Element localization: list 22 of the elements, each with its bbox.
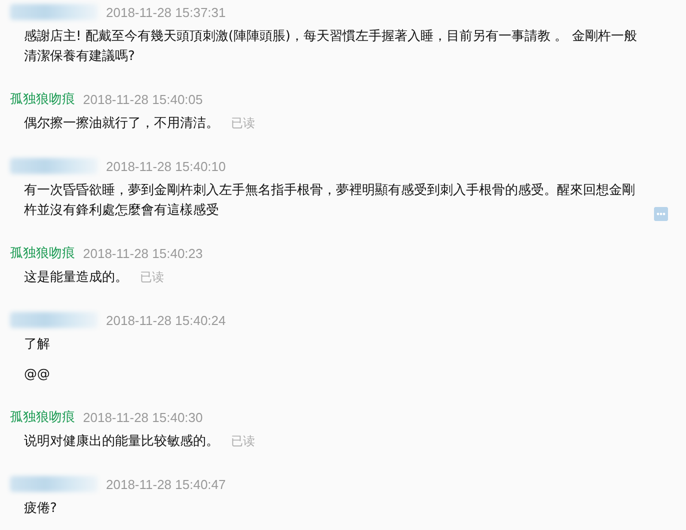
sender-name: 孤独狼吻痕 <box>10 409 75 426</box>
message-text: @@ <box>24 366 51 384</box>
message-text: 感謝店主! 配戴至今有幾天頭頂刺激(陣陣頭脹)，每天習慣左手握著入睡，目前另有一事請教 。 金剛杵一般清潔保養有建議嗎? <box>24 28 638 66</box>
read-status: 已读 <box>231 433 255 450</box>
message-text: 疲倦? <box>24 500 58 518</box>
message-time: 2018-11-28 15:40:47 <box>106 476 226 492</box>
message-time: 2018-11-28 15:40:30 <box>83 410 203 424</box>
message-time: 2018-11-28 15:40:10 <box>106 158 226 174</box>
message-text: 有一次昏昏欲睡，夢到金剛杵刺入左手無名指手根骨，夢裡明顯有感受到刺入手根骨的感受。醒來回想金剛杵並沒有鋒利處怎麼會有這樣感受 <box>24 182 636 220</box>
more-icon[interactable] <box>654 207 668 221</box>
message-text: 这是能量造成的。 <box>24 269 128 287</box>
message-time: 2018-11-28 15:37:31 <box>106 4 226 20</box>
message-text: 了解 <box>24 336 51 354</box>
sender-name: 孤独狼吻痕 <box>10 91 75 108</box>
message-time: 2018-11-28 15:40:24 <box>106 312 226 328</box>
message-text: 说明对健康出的能量比较敏感的。 <box>24 433 219 451</box>
message-text: 偶尔擦一擦油就行了，不用清洁。 <box>24 115 219 133</box>
message-time: 2018-11-28 15:40:23 <box>83 246 203 260</box>
sender-name: 孤独狼吻痕 <box>10 245 75 262</box>
read-status: 已读 <box>140 269 164 286</box>
message-time: 2018-11-28 15:40:05 <box>83 92 203 106</box>
read-status: 已读 <box>231 115 255 132</box>
